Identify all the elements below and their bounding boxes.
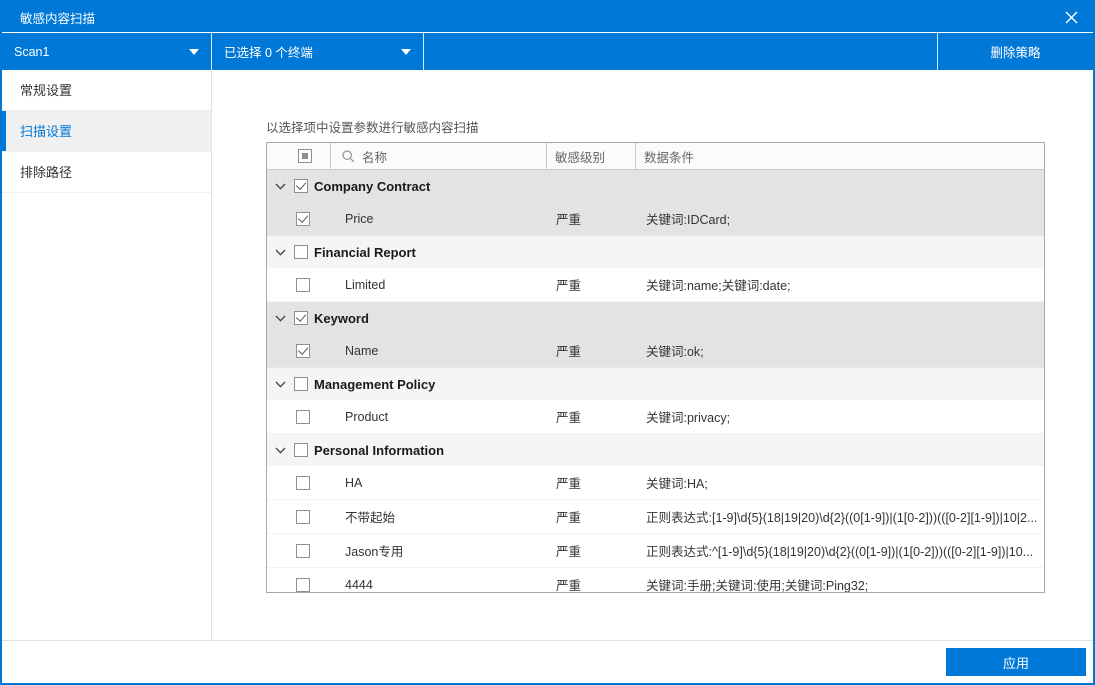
chevron-down-icon (401, 49, 411, 55)
group-checkbox[interactable] (294, 179, 308, 193)
column-header-level: 敏感级别 (555, 147, 605, 166)
chevron-down-icon[interactable] (275, 381, 286, 388)
group-label: Financial Report (314, 245, 416, 260)
row-condition: 正则表达式:[1-9]\d{5}(18|19|20)\d{2}((0[1-9])… (638, 507, 1044, 526)
toolbar: Scan1 已选择 0 个终端 删除策略 (2, 33, 1093, 70)
sidebar-item-2[interactable]: 排除路径 (2, 152, 211, 193)
group-checkbox[interactable] (294, 245, 308, 259)
group-row[interactable]: Management Policy (267, 368, 1044, 400)
group-checkbox[interactable] (294, 443, 308, 457)
row-checkbox[interactable] (296, 510, 310, 524)
row-condition: 关键词:name;关键词:date; (638, 275, 1044, 294)
table-row[interactable]: Product严重关键词:privacy; (267, 400, 1044, 434)
row-level: 严重 (548, 407, 638, 426)
apply-button[interactable]: 应用 (946, 648, 1086, 676)
row-level: 严重 (548, 275, 638, 294)
row-name: 不带起始 (331, 507, 548, 526)
table-header: 名称 敏感级别 数据条件 (267, 143, 1044, 170)
delete-policy-label: 删除策略 (990, 42, 1040, 61)
close-icon (1065, 11, 1078, 24)
chevron-down-icon[interactable] (275, 249, 286, 256)
table-row[interactable]: Name严重关键词:ok; (267, 334, 1044, 368)
row-checkbox[interactable] (296, 278, 310, 292)
table-row[interactable]: HA严重关键词:HA; (267, 466, 1044, 500)
row-condition: 关键词:IDCard; (638, 209, 1044, 228)
policy-dropdown-label: Scan1 (14, 45, 49, 59)
group-row[interactable]: Financial Report (267, 236, 1044, 268)
column-header-name: 名称 (362, 147, 387, 166)
table-body: Company ContractPrice严重关键词:IDCard;Financ… (267, 170, 1044, 592)
header-name-cell: 名称 (331, 143, 547, 169)
select-all-checkbox[interactable] (298, 149, 312, 163)
row-name: Name (331, 344, 548, 358)
group-row[interactable]: Company Contract (267, 170, 1044, 202)
window-title: 敏感内容扫描 (20, 8, 95, 27)
group-checkbox[interactable] (294, 311, 308, 325)
table-row[interactable]: Limited严重关键词:name;关键词:date; (267, 268, 1044, 302)
row-name: Product (331, 410, 548, 424)
row-checkbox[interactable] (296, 578, 310, 592)
row-name: Price (331, 212, 548, 226)
row-checkbox[interactable] (296, 544, 310, 558)
sidebar-item-label: 扫描设置 (20, 124, 72, 139)
row-level: 严重 (548, 341, 638, 360)
row-condition: 关键词:HA; (638, 473, 1044, 492)
row-condition: 关键词:privacy; (638, 407, 1044, 426)
table-hint-text: 以选择项中设置参数进行敏感内容扫描 (212, 70, 1093, 136)
group-label: Company Contract (314, 179, 430, 194)
row-condition: 关键词:手册;关键词:使用;关键词:Ping32; (638, 575, 1044, 592)
terminal-dropdown-label: 已选择 0 个终端 (224, 42, 313, 61)
chevron-down-icon[interactable] (275, 315, 286, 322)
row-level: 严重 (548, 209, 638, 228)
settings-sidebar: 常规设置扫描设置排除路径 (2, 70, 212, 640)
row-level: 严重 (548, 507, 638, 526)
group-label: Keyword (314, 311, 369, 326)
toolbar-spacer (424, 33, 937, 70)
sensitive-content-scan-dialog: 敏感内容扫描 Scan1 已选择 0 个终端 删除策略 常规设置扫描设置排除路径… (0, 0, 1095, 685)
scan-settings-panel: 以选择项中设置参数进行敏感内容扫描 名称 敏感级别 (212, 70, 1093, 640)
row-name: Jason专用 (331, 541, 548, 560)
sidebar-item-label: 常规设置 (20, 83, 72, 98)
footer-bar: 应用 (2, 640, 1093, 683)
group-row[interactable]: Keyword (267, 302, 1044, 334)
group-row[interactable]: Personal Information (267, 434, 1044, 466)
row-level: 严重 (548, 473, 638, 492)
row-name: 4444 (331, 578, 548, 592)
row-checkbox[interactable] (296, 212, 310, 226)
chevron-down-icon[interactable] (275, 183, 286, 190)
header-select-all-cell (267, 143, 331, 169)
sidebar-item-1[interactable]: 扫描设置 (2, 111, 211, 152)
header-level-cell: 敏感级别 (547, 143, 636, 169)
row-condition: 关键词:ok; (638, 341, 1044, 360)
title-bar: 敏感内容扫描 (2, 2, 1093, 32)
group-label: Management Policy (314, 377, 435, 392)
row-checkbox[interactable] (296, 344, 310, 358)
row-level: 严重 (548, 575, 638, 592)
sidebar-item-0[interactable]: 常规设置 (2, 70, 211, 111)
table-row[interactable]: 不带起始严重正则表达式:[1-9]\d{5}(18|19|20)\d{2}((0… (267, 500, 1044, 534)
table-row[interactable]: Price严重关键词:IDCard; (267, 202, 1044, 236)
table-row[interactable]: Jason专用严重正则表达式:^[1-9]\d{5}(18|19|20)\d{2… (267, 534, 1044, 568)
terminal-dropdown[interactable]: 已选择 0 个终端 (212, 33, 424, 70)
table-row[interactable]: 4444严重关键词:手册;关键词:使用;关键词:Ping32; (267, 568, 1044, 592)
search-icon[interactable] (342, 150, 355, 163)
row-name: Limited (331, 278, 548, 292)
row-name: HA (331, 476, 548, 490)
sidebar-item-label: 排除路径 (20, 165, 72, 180)
chevron-down-icon (189, 49, 199, 55)
group-label: Personal Information (314, 443, 444, 458)
row-condition: 正则表达式:^[1-9]\d{5}(18|19|20)\d{2}((0[1-9]… (638, 541, 1044, 560)
column-header-condition: 数据条件 (644, 147, 694, 166)
group-checkbox[interactable] (294, 377, 308, 391)
chevron-down-icon[interactable] (275, 447, 286, 454)
row-level: 严重 (548, 541, 638, 560)
row-checkbox[interactable] (296, 476, 310, 490)
header-condition-cell: 数据条件 (636, 143, 1044, 169)
row-checkbox[interactable] (296, 410, 310, 424)
sensitive-rules-table: 名称 敏感级别 数据条件 Company ContractPrice严重关键词:… (266, 142, 1045, 593)
close-button[interactable] (1049, 2, 1093, 32)
delete-policy-button[interactable]: 删除策略 (937, 33, 1093, 70)
policy-dropdown[interactable]: Scan1 (2, 33, 212, 70)
